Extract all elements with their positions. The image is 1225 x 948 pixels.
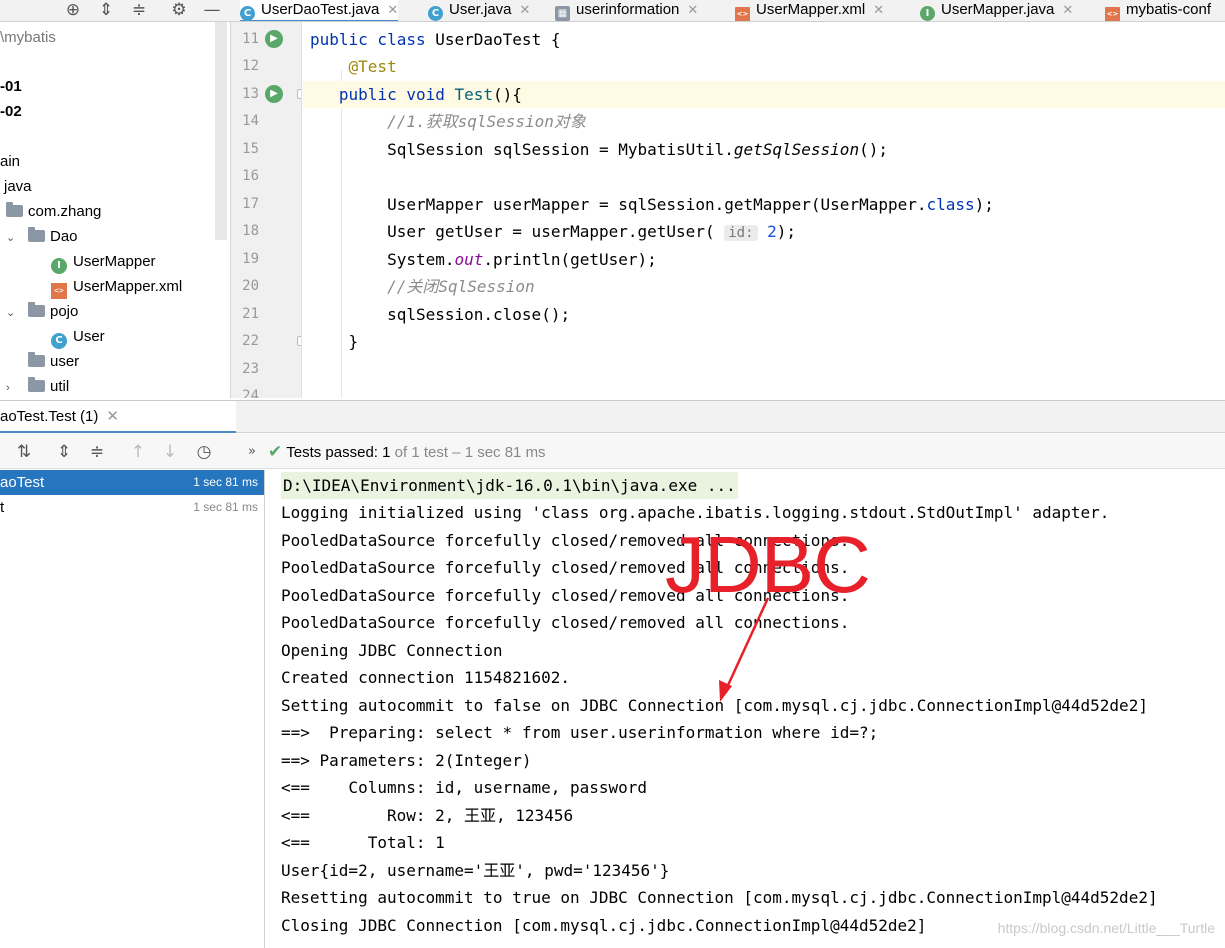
watermark: https://blog.csdn.net/Little___Turtle (997, 920, 1215, 936)
annotation-arrow (719, 597, 770, 702)
